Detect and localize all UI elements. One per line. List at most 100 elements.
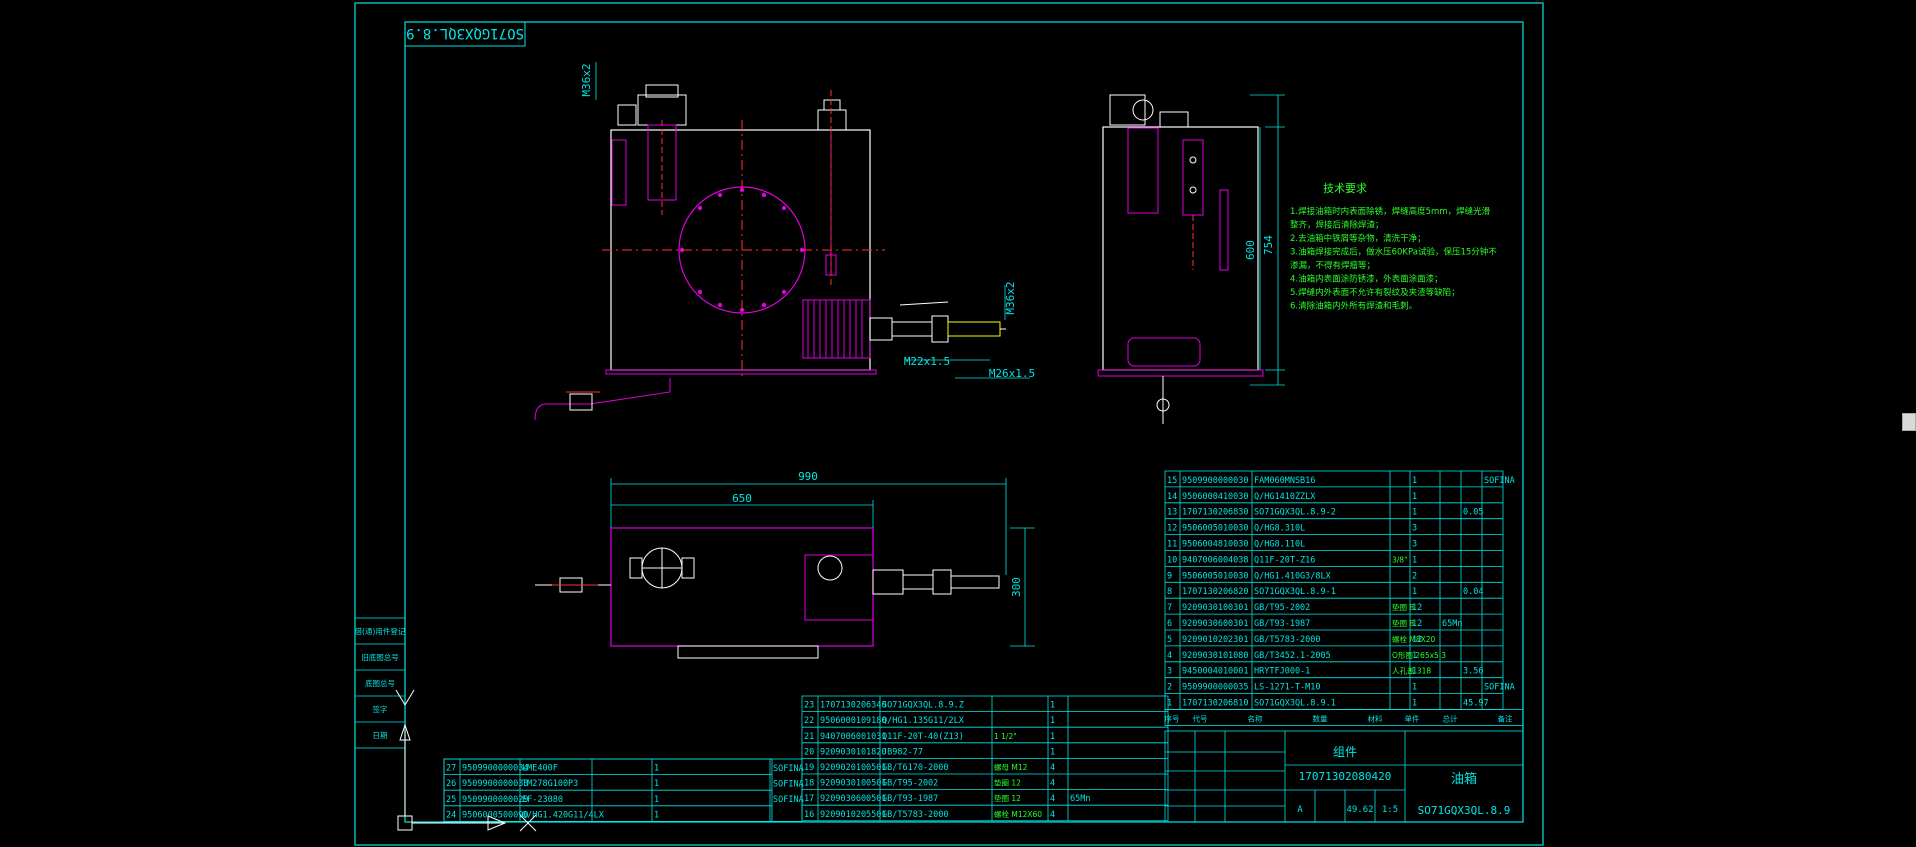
bom-cell-qty: 1 xyxy=(1412,555,1417,565)
bom-cell-std: Q/HG1.420G11/4LX xyxy=(522,810,605,820)
strip-cell: 底图总号 xyxy=(365,678,395,688)
bom-cell-code: 9209030600501 xyxy=(820,794,887,804)
drawing-stamp: SO71GQX3QL.8.9 xyxy=(404,21,526,47)
bom-cell-no: 11 xyxy=(1167,540,1177,550)
bom-cell-note: SOFINA xyxy=(773,795,804,805)
bom-cell-code: 1707130206340 xyxy=(820,701,887,711)
bom-cell-qty: 3 xyxy=(1412,524,1417,534)
bom-cell-no: 13 xyxy=(1167,508,1177,518)
bom-cell-no: 2 xyxy=(1167,683,1172,693)
bom-cell-code: 9509900000029 xyxy=(462,795,529,805)
bom-table-right: 15 9509900000030 FAM060MNSB16 1 SOFINA 14 9506… xyxy=(1165,470,1524,726)
bom-cell-std: GB/T5783-2000 xyxy=(1254,635,1321,645)
bom-cell-qty: 1 xyxy=(1412,508,1417,518)
tech-req-line: 2.去油箱中铁屑等杂物，清洗干净； xyxy=(1290,233,1426,244)
bom-cell-code: 9209010205501 xyxy=(820,810,887,820)
bom-cell-code: 9509900000035 xyxy=(1182,683,1249,693)
bom-cell-std: SO71GQX3QL.8.9-1 xyxy=(1254,587,1336,597)
bom-cell-code: 9209010202301 xyxy=(1182,635,1249,645)
bom-cell-note: SOFINA xyxy=(1484,683,1515,693)
bom-cell-note: SOFINA xyxy=(773,764,804,774)
bom-cell-no: 20 xyxy=(804,747,814,757)
bom-table-middle: 23 1707130206340SO71GQX3QL.8.9.Z 1 22 950600… xyxy=(801,695,1169,822)
scrollbar-thumb[interactable] xyxy=(1902,413,1916,431)
front-view: M36x2 M36x2 M22x1.5 M26x1.5 xyxy=(534,62,1035,421)
bom-cell-std: FAM060MNSB16 xyxy=(1254,476,1315,486)
svg-text:600: 600 xyxy=(1244,240,1257,260)
bom-cell-no: 12 xyxy=(1167,524,1177,534)
bom-header-cell: 单件 xyxy=(1405,714,1421,724)
bom-cell-std: SO71GQX3QL.8.9.Z xyxy=(882,701,964,711)
bom-cell-code: 1707130206810 xyxy=(1182,699,1249,709)
bom-cell-note: SOFINA xyxy=(1484,476,1515,486)
bom-table-left: 27 9509900000034LME400F 1 26 9509900000033TM… xyxy=(443,758,804,822)
bom-cell-code: 9209030100501 xyxy=(820,779,887,789)
bom-cell-std: Q/HG1.135G11/2LX xyxy=(882,716,965,726)
part-name: 油箱 xyxy=(1451,771,1477,787)
drawing-number: SO71GQX3QL.8.9 xyxy=(1418,804,1511,817)
bom-cell-std: GB/T93-1987 xyxy=(1254,619,1310,629)
bom-cell-qty: 4 xyxy=(1050,794,1055,804)
bom-cell-qty: 1 xyxy=(1050,701,1055,711)
bom-cell-no: 14 xyxy=(1167,492,1177,502)
bom-cell-std: LME400F xyxy=(522,764,558,774)
bom-cell-std: SO71GQX3QL.8.9-2 xyxy=(1254,508,1336,518)
bom-cell-std: JB982-77 xyxy=(882,747,923,757)
bom-cell-std: EF-23080 xyxy=(522,795,563,805)
bom-cell-code: 9407006004038 xyxy=(1182,555,1249,565)
bom-cell-qty: 3 xyxy=(1412,540,1417,550)
bom-cell-code: 9506005010030 xyxy=(1182,524,1249,534)
bom-cell-no: 15 xyxy=(1167,476,1177,486)
tech-req-line: 渗漏，不得有焊瘤等； xyxy=(1290,260,1375,271)
bom-cell-std: GB/T5783-2000 xyxy=(882,810,949,820)
left-registry-strip: 借(通)用件登记旧底图总号底图总号签字日期 xyxy=(355,617,406,749)
bom-cell-qty: 1 xyxy=(654,795,659,805)
technical-requirements: 技术要求 1.焊接油箱时内表面除锈，焊缝高度5mm，焊缝光滑 整齐，焊接后清除焊… xyxy=(1290,182,1497,312)
bom-cell-qty: 1 xyxy=(1412,699,1417,709)
svg-text:M36x2: M36x2 xyxy=(580,63,593,96)
strip-cell: 签字 xyxy=(373,704,388,714)
bom-cell-name: 垫圈 12 xyxy=(994,778,1021,788)
bom-cell-code: 9209030101820 xyxy=(820,747,887,757)
bom-cell-w1: 3.56 xyxy=(1463,667,1483,677)
bom-cell-code: 9509900000030 xyxy=(1182,476,1249,486)
bom-cell-std: Q11F-20T-40(Z13) xyxy=(882,732,964,742)
bom-cell-no: 9 xyxy=(1167,571,1172,581)
cad-drawing-canvas: SO71GQX3QL.8.9 M36x2 M36x2 M22x1.5 M26x1… xyxy=(354,2,1544,846)
bom-cell-code: 9509900000034 xyxy=(462,764,529,774)
bom-cell-w1: 0.05 xyxy=(1463,508,1483,518)
svg-text:754: 754 xyxy=(1262,235,1275,255)
bom-cell-no: 26 xyxy=(446,779,456,789)
bom-cell-no: 18 xyxy=(804,779,814,789)
bom-cell-std: GB/T95-2002 xyxy=(1254,603,1310,613)
bom-cell-no: 23 xyxy=(804,701,814,711)
bom-header-cell: 总计 xyxy=(1443,714,1459,724)
scale-value: 1:5 xyxy=(1382,805,1398,815)
tech-req-line: 整齐，焊接后清除焊渣； xyxy=(1290,220,1384,231)
bom-cell-code: 1707130206830 xyxy=(1182,508,1249,518)
bom-cell-no: 16 xyxy=(804,810,814,820)
bom-cell-qty: 1 xyxy=(654,779,659,789)
bom-cell-name: 3/8" xyxy=(1392,555,1408,564)
bom-cell-name: 1 1/2" xyxy=(994,732,1017,741)
bom-cell-qty: 12 xyxy=(1412,635,1422,645)
bom-cell-w1: 0.04 xyxy=(1463,587,1483,597)
bom-cell-no: 25 xyxy=(446,795,456,805)
svg-text:M36x2: M36x2 xyxy=(1004,281,1017,314)
bom-cell-qty: 4 xyxy=(1050,763,1055,773)
svg-text:990: 990 xyxy=(798,470,818,483)
bom-cell-qty: 1 xyxy=(1412,667,1417,677)
bom-cell-qty: 1 xyxy=(1412,587,1417,597)
bom-cell-no: 21 xyxy=(804,732,814,742)
mass-value: 49.62 xyxy=(1346,805,1373,815)
svg-text:300: 300 xyxy=(1010,577,1023,597)
bom-cell-no: 27 xyxy=(446,764,456,774)
bom-cell-name: O形圈 265x5.3 xyxy=(1392,651,1446,660)
bom-cell-qty: 1 xyxy=(1412,651,1417,661)
bom-cell-std: SO71GQX3QL.8.9.1 xyxy=(1254,699,1336,709)
bom-cell-std: Q/HG1.410G3/8LX xyxy=(1254,571,1332,581)
bom-cell-code: 9209030101080 xyxy=(1182,651,1249,661)
tech-req-line: 1.焊接油箱时内表面除锈，焊缝高度5mm，焊缝光滑 xyxy=(1290,206,1491,217)
bom-cell-code: 9209030100301 xyxy=(1182,603,1249,613)
bom-header-cell: 数量 xyxy=(1313,714,1329,724)
